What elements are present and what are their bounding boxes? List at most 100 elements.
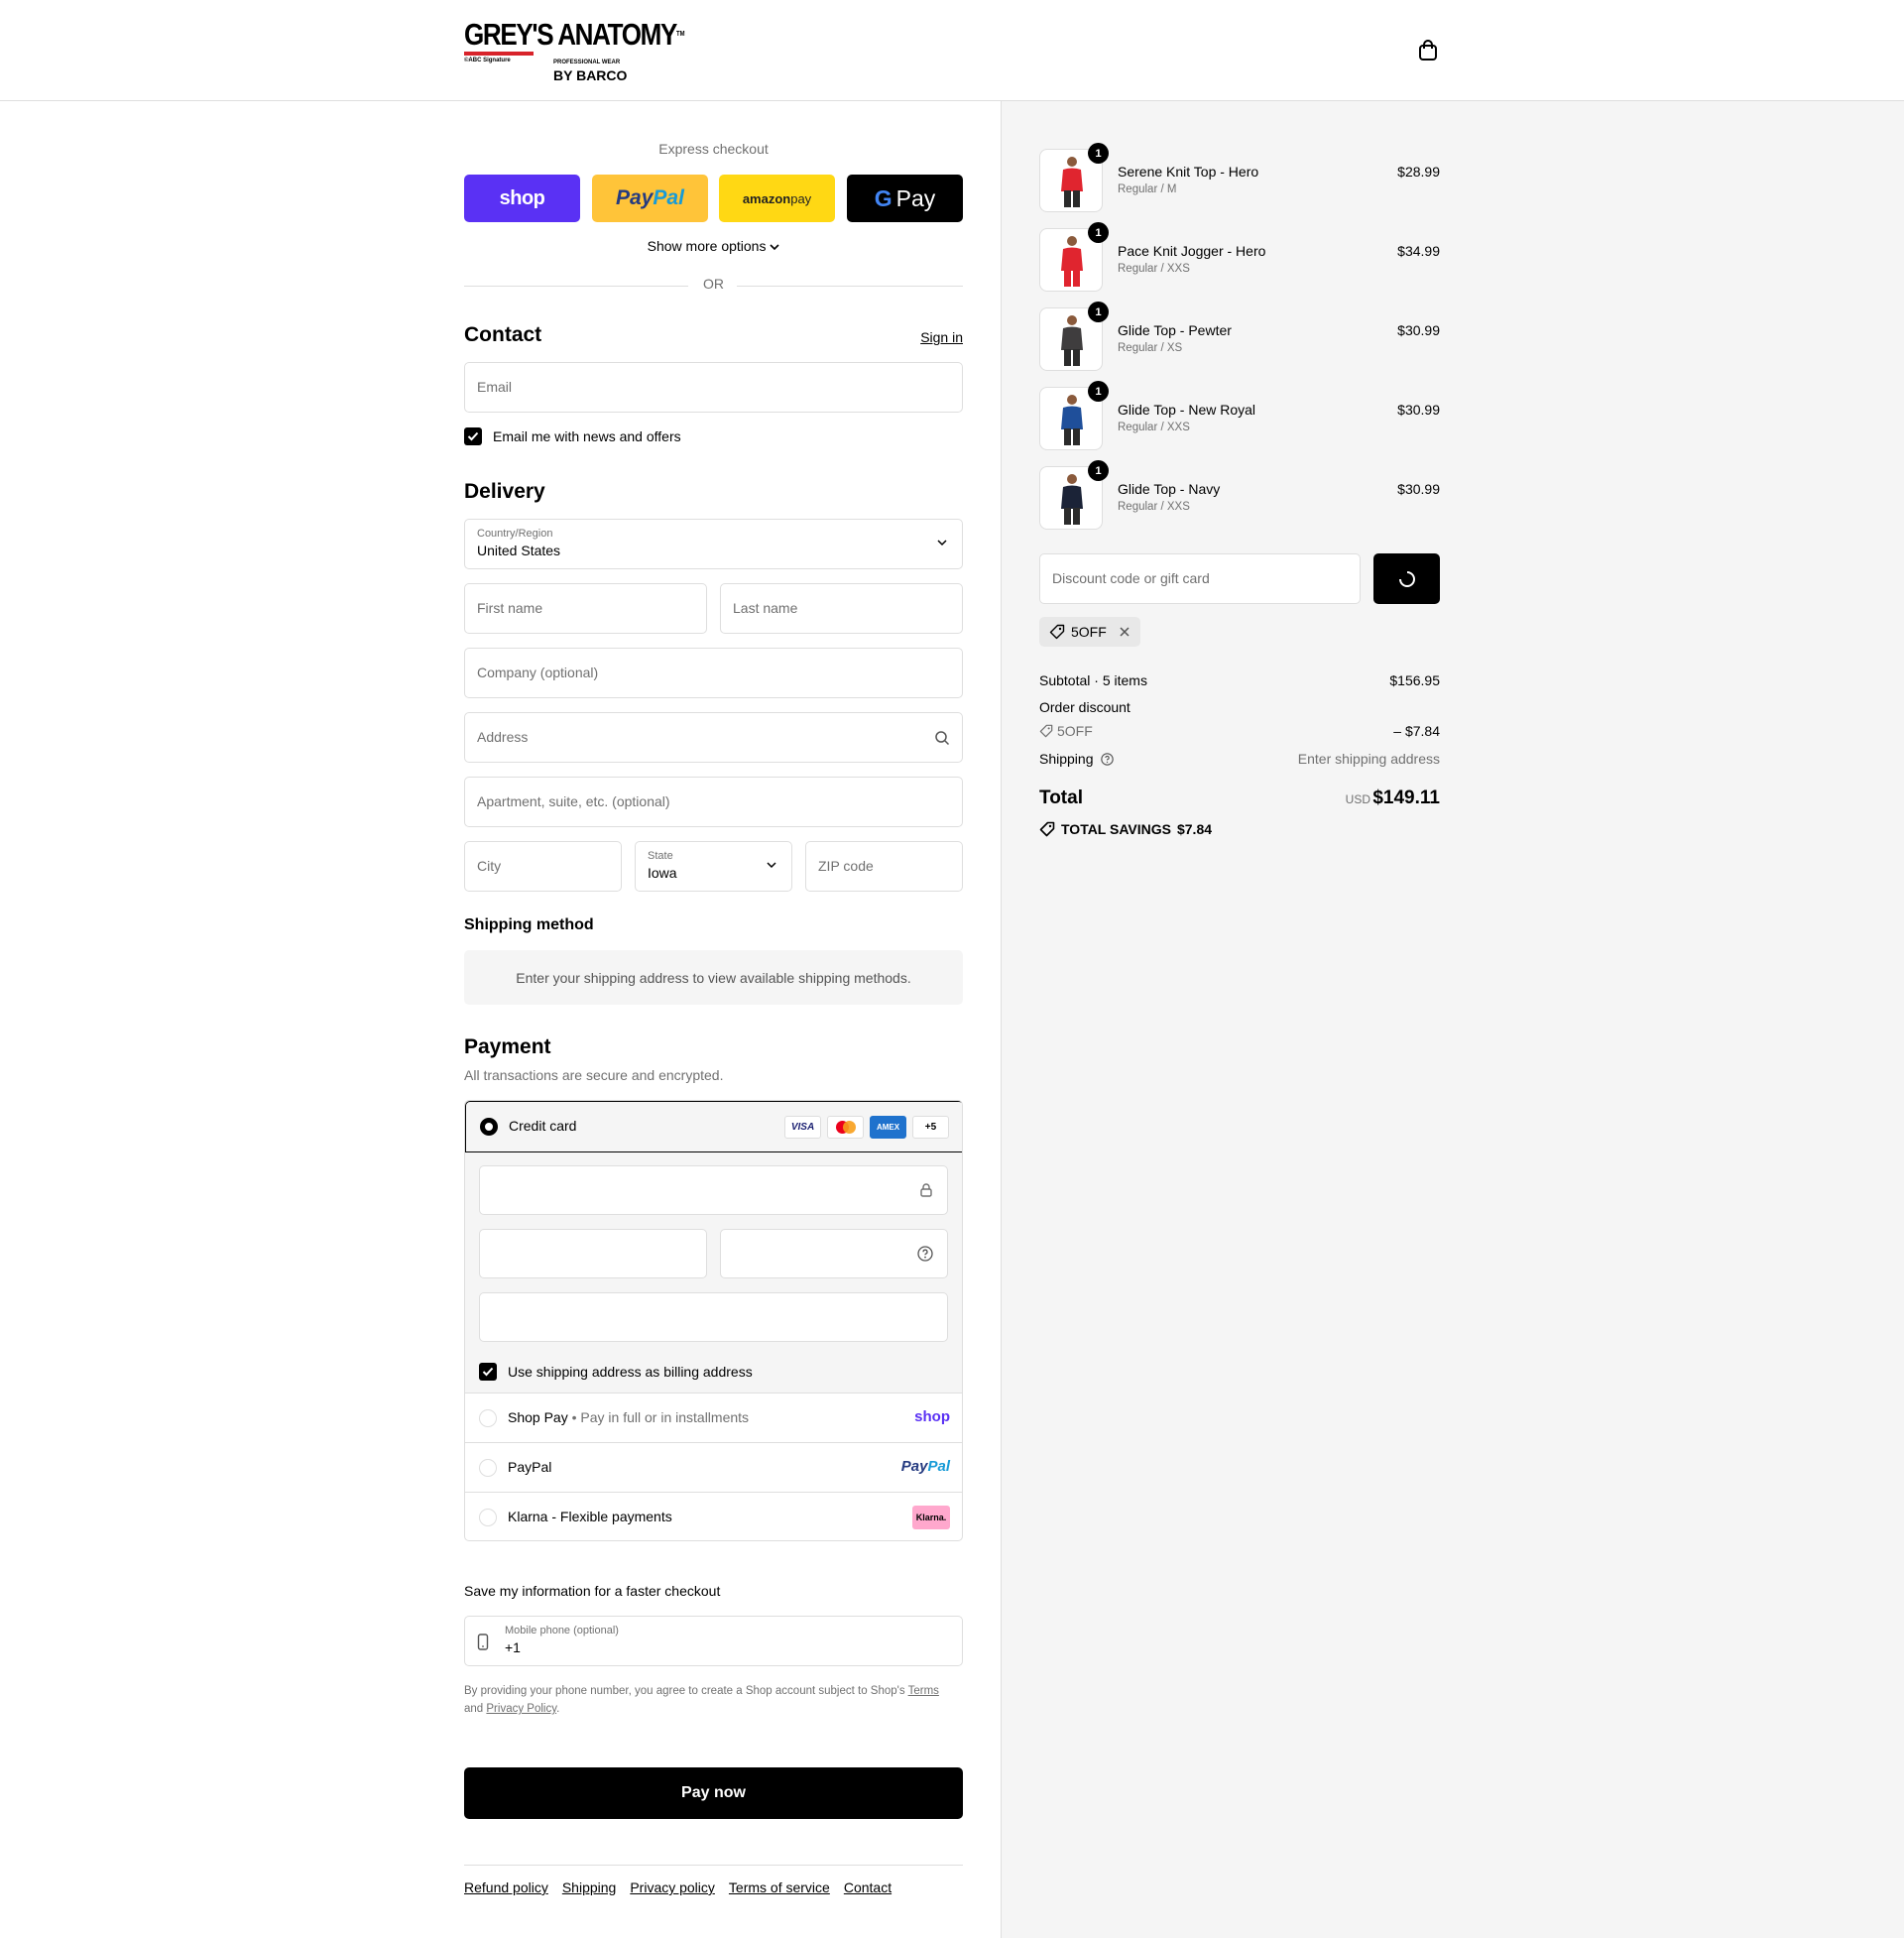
- city-placeholder: City: [477, 858, 502, 874]
- privacy-policy-footer-link[interactable]: Privacy policy: [630, 1879, 715, 1895]
- billing-same-checkbox[interactable]: [479, 1363, 497, 1381]
- product-variant: Regular / XXS: [1118, 422, 1190, 433]
- company-field[interactable]: Company (optional): [464, 648, 963, 698]
- help-icon[interactable]: [917, 1246, 933, 1262]
- sign-in-link[interactable]: Sign in: [920, 329, 963, 345]
- state-select[interactable]: State Iowa: [635, 841, 792, 892]
- remove-discount-icon[interactable]: [1119, 626, 1130, 638]
- refund-policy-link[interactable]: Refund policy: [464, 1879, 548, 1895]
- discount-code-field[interactable]: Discount code or gift card: [1039, 553, 1361, 604]
- cart-item: 1 Glide Top - New Royal Regular / XXS $30.9…: [1039, 381, 1440, 450]
- apply-discount-button[interactable]: [1373, 553, 1440, 604]
- klarna-option[interactable]: Klarna - Flexible payments Klarna.: [465, 1493, 962, 1540]
- paypal-radio[interactable]: [479, 1459, 497, 1477]
- discount-code-label: 5OFF: [1057, 723, 1093, 739]
- product-thumbnail: 1: [1039, 381, 1109, 450]
- cart-item: 1 Pace Knit Jogger - Hero Regular / XXS $34…: [1039, 222, 1440, 292]
- save-info-title: Save my information for a faster checkou…: [464, 1583, 721, 1599]
- email-placeholder: Email: [477, 379, 513, 395]
- shop-pay-logo: shop: [914, 1408, 950, 1425]
- contact-link[interactable]: Contact: [844, 1879, 892, 1895]
- credit-card-radio[interactable]: [480, 1118, 498, 1136]
- privacy-policy-link[interactable]: Privacy Policy: [486, 1703, 556, 1715]
- shipping-label: Shipping: [1039, 751, 1094, 767]
- loading-spinner-icon: [1398, 570, 1415, 587]
- last-name-field[interactable]: Last name: [720, 583, 963, 634]
- logo-barco: BY BARCO: [553, 67, 628, 83]
- quantity-badge: 1: [1088, 302, 1109, 322]
- total-savings-label: TOTAL SAVINGS: [1061, 821, 1171, 837]
- checkmark-icon: [482, 1367, 494, 1377]
- product-image: [1061, 236, 1083, 287]
- applied-discount-code: 5OFF: [1071, 624, 1107, 640]
- logo-wordmark: GREY'S ANATOMYTM: [464, 17, 685, 52]
- product-thumbnail: 1: [1039, 222, 1109, 292]
- terms-of-service-link[interactable]: Terms of service: [729, 1879, 830, 1895]
- card-brand-icons: VISA AMEX +5: [784, 1116, 949, 1139]
- product-image: [1061, 474, 1083, 525]
- show-more-options-link[interactable]: Show more options: [464, 238, 963, 254]
- shipping-value: Enter shipping address: [1297, 751, 1440, 767]
- city-field[interactable]: City: [464, 841, 622, 892]
- address-field[interactable]: Address: [464, 712, 963, 763]
- product-thumbnail: 1: [1039, 302, 1109, 371]
- country-select[interactable]: Country/Region United States: [464, 519, 963, 569]
- expiration-date-field[interactable]: [479, 1229, 707, 1278]
- shop-pay-option[interactable]: Shop Pay • Pay in full or in installment…: [465, 1393, 962, 1443]
- amex-icon: AMEX: [870, 1116, 906, 1139]
- logo-professional: PROFESSIONAL WEAR: [553, 60, 621, 65]
- product-name: Pace Knit Jogger - Hero: [1118, 243, 1266, 259]
- checkmark-icon: [467, 431, 479, 441]
- logo-abc: ©ABC Signature: [464, 58, 511, 63]
- email-field[interactable]: Email: [464, 362, 963, 413]
- amazon-pay-express-button[interactable]: amazon pay: [719, 175, 835, 222]
- card-number-field[interactable]: [479, 1165, 948, 1215]
- security-code-field[interactable]: [720, 1229, 948, 1278]
- name-on-card-field[interactable]: [479, 1292, 948, 1342]
- shopping-bag-icon[interactable]: [1418, 40, 1438, 61]
- zip-field[interactable]: ZIP code: [805, 841, 963, 892]
- shipping-method-info: Enter your shipping address to view avai…: [464, 950, 963, 1005]
- product-variant: Regular / M: [1118, 183, 1177, 195]
- apartment-placeholder: Apartment, suite, etc. (optional): [477, 793, 670, 809]
- newsletter-label: Email me with news and offers: [493, 428, 681, 444]
- apartment-field[interactable]: Apartment, suite, etc. (optional): [464, 777, 963, 827]
- shop-pay-radio[interactable]: [479, 1409, 497, 1427]
- contact-heading: Contact: [464, 323, 542, 346]
- pay-now-button[interactable]: Pay now: [464, 1767, 963, 1819]
- zip-placeholder: ZIP code: [818, 858, 874, 874]
- mobile-phone-field[interactable]: Mobile phone (optional) +1: [464, 1616, 963, 1666]
- total-savings-value: $7.84: [1176, 821, 1213, 837]
- country-label: Country/Region: [477, 528, 553, 540]
- cart-item: 1 Glide Top - Pewter Regular / XS $30.99: [1039, 302, 1440, 371]
- credit-card-label: Credit card: [509, 1118, 577, 1134]
- terms-link[interactable]: Terms: [908, 1685, 939, 1697]
- paypal-option[interactable]: PayPal PayPal: [465, 1443, 962, 1493]
- discount-code-row: 5OFF – $7.84: [1039, 723, 1440, 739]
- product-name: Glide Top - Pewter: [1118, 322, 1232, 338]
- total-label: Total: [1039, 787, 1083, 808]
- quantity-badge: 1: [1088, 460, 1109, 481]
- help-icon[interactable]: [1101, 753, 1115, 766]
- lock-icon: [920, 1183, 932, 1197]
- state-label: State: [648, 850, 673, 862]
- first-name-field[interactable]: First name: [464, 583, 707, 634]
- product-price: $30.99: [1397, 481, 1440, 497]
- credit-card-option[interactable]: Credit card VISA AMEX +5: [465, 1101, 962, 1152]
- billing-same-label: Use shipping address as billing address: [508, 1364, 753, 1380]
- brand-logo[interactable]: GREY'S ANATOMYTM ©ABC Signature PROFESSI…: [464, 17, 685, 85]
- shipping-policy-link[interactable]: Shipping: [562, 1879, 617, 1895]
- product-image: [1061, 395, 1083, 445]
- product-image: [1061, 315, 1083, 366]
- klarna-radio[interactable]: [479, 1509, 497, 1526]
- klarna-label: Klarna - Flexible payments: [508, 1509, 672, 1524]
- cart-item: 1 Glide Top - Navy Regular / XXS $30.99: [1039, 460, 1440, 530]
- tag-icon: [1049, 624, 1065, 640]
- paypal-express-button[interactable]: Pay Pal: [592, 175, 708, 222]
- logo-red-bar: [464, 52, 534, 56]
- shipping-row: Shipping Enter shipping address: [1039, 751, 1440, 767]
- google-pay-express-button[interactable]: G Pay: [847, 175, 963, 222]
- newsletter-checkbox[interactable]: [464, 427, 482, 445]
- payment-subtitle: All transactions are secure and encrypte…: [464, 1067, 724, 1083]
- shop-pay-express-button[interactable]: shop: [464, 175, 580, 222]
